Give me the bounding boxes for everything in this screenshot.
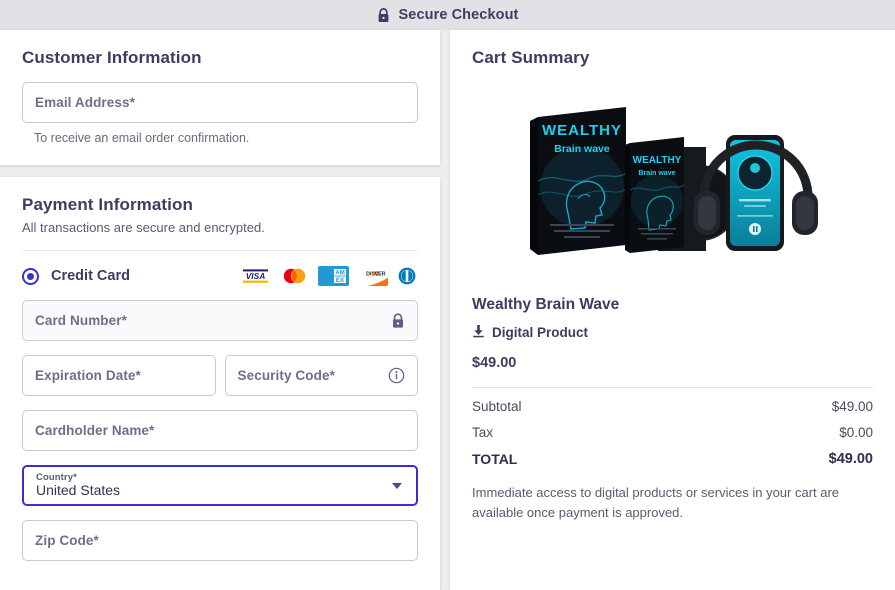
product-image: WEALTHY Brain wave WEALTHY Brain wave (472, 82, 873, 282)
cart-summary-card: Cart Summary WEALTHY Brain wave WEALTHY … (450, 30, 895, 590)
svg-text:VER: VER (375, 271, 386, 277)
security-code-field[interactable]: Security Code* (224, 355, 418, 396)
discover-icon: DISC VER (357, 266, 388, 286)
cart-summary-column: Cart Summary WEALTHY Brain wave WEALTHY … (440, 30, 895, 590)
card-number-placeholder: Card Number* (35, 313, 127, 328)
tax-amount: $0.00 (839, 425, 873, 440)
credit-card-radio[interactable] (22, 267, 39, 285)
svg-text:AM: AM (335, 270, 345, 277)
cardholder-name-placeholder: Cardholder Name* (35, 423, 155, 438)
customer-information-title: Customer Information (22, 48, 202, 67)
cart-divider (472, 387, 873, 388)
info-circle-icon[interactable] (388, 367, 405, 384)
mastercard-icon (279, 266, 310, 286)
svg-text:EX: EX (336, 277, 345, 284)
cardholder-name-field[interactable]: Cardholder Name* (22, 410, 418, 451)
country-select[interactable]: Country* United States (22, 465, 418, 506)
country-value: United States (36, 482, 121, 498)
zip-code-placeholder: Zip Code* (35, 533, 99, 548)
cart-summary-title: Cart Summary (472, 48, 590, 67)
secure-checkout-header: Secure Checkout (0, 0, 895, 30)
svg-text:Brain wave: Brain wave (554, 143, 610, 155)
tax-row: Tax $0.00 (472, 425, 873, 440)
checkout-page: Customer Information Email Address* To r… (0, 30, 895, 590)
payment-information-card: Payment Information All transactions are… (0, 177, 440, 590)
expiration-date-field[interactable]: Expiration Date* (22, 355, 216, 396)
subtotal-label: Subtotal (472, 399, 522, 414)
subtotal-row: Subtotal $49.00 (472, 399, 873, 414)
chevron-down-icon[interactable] (392, 482, 402, 489)
total-label: TOTAL (472, 451, 518, 467)
email-helper-text: To receive an email order confirmation. (34, 131, 250, 145)
svg-text:WEALTHY: WEALTHY (541, 122, 621, 139)
security-code-placeholder: Security Code* (237, 368, 335, 383)
visa-icon: VISA (240, 266, 271, 286)
secure-checkout-title: Secure Checkout (398, 7, 519, 23)
expiry-security-row: Expiration Date* Security Code* (22, 341, 418, 396)
payment-information-subtitle: All transactions are secure and encrypte… (22, 220, 265, 235)
amex-icon: AM EX (318, 266, 349, 286)
download-icon (472, 324, 485, 341)
email-field-placeholder: Email Address* (35, 95, 135, 110)
product-name: Wealthy Brain Wave (472, 296, 620, 313)
total-row: TOTAL $49.00 (472, 451, 873, 467)
subtotal-amount: $49.00 (831, 399, 873, 414)
card-number-field[interactable]: Card Number* (22, 300, 418, 341)
zip-code-field[interactable]: Zip Code* (22, 520, 418, 561)
email-field[interactable]: Email Address* (22, 82, 418, 123)
product-type-row: Digital Product (472, 324, 873, 341)
product-price: $49.00 (472, 355, 517, 371)
customer-information-card: Customer Information Email Address* To r… (0, 30, 440, 165)
svg-text:WEALTHY: WEALTHY (632, 155, 681, 166)
expiration-date-placeholder: Expiration Date* (35, 368, 141, 383)
product-type-label: Digital Product (492, 325, 589, 340)
payment-method-row[interactable]: Credit Card VISA AM EX DISC VER (22, 251, 418, 298)
cart-fine-print: Immediate access to digital products or … (472, 485, 840, 521)
accepted-card-brands: VISA AM EX DISC VER (240, 266, 418, 286)
lock-icon (377, 7, 390, 23)
credit-card-label: Credit Card (51, 268, 130, 284)
total-amount: $49.00 (828, 451, 873, 467)
lock-icon (391, 312, 405, 329)
payment-information-title: Payment Information (22, 195, 193, 214)
diners-club-icon (396, 266, 418, 286)
svg-text:VISA: VISA (246, 271, 266, 281)
checkout-form-column: Customer Information Email Address* To r… (0, 30, 440, 590)
svg-text:Brain wave: Brain wave (638, 170, 675, 177)
tax-label: Tax (472, 425, 494, 440)
